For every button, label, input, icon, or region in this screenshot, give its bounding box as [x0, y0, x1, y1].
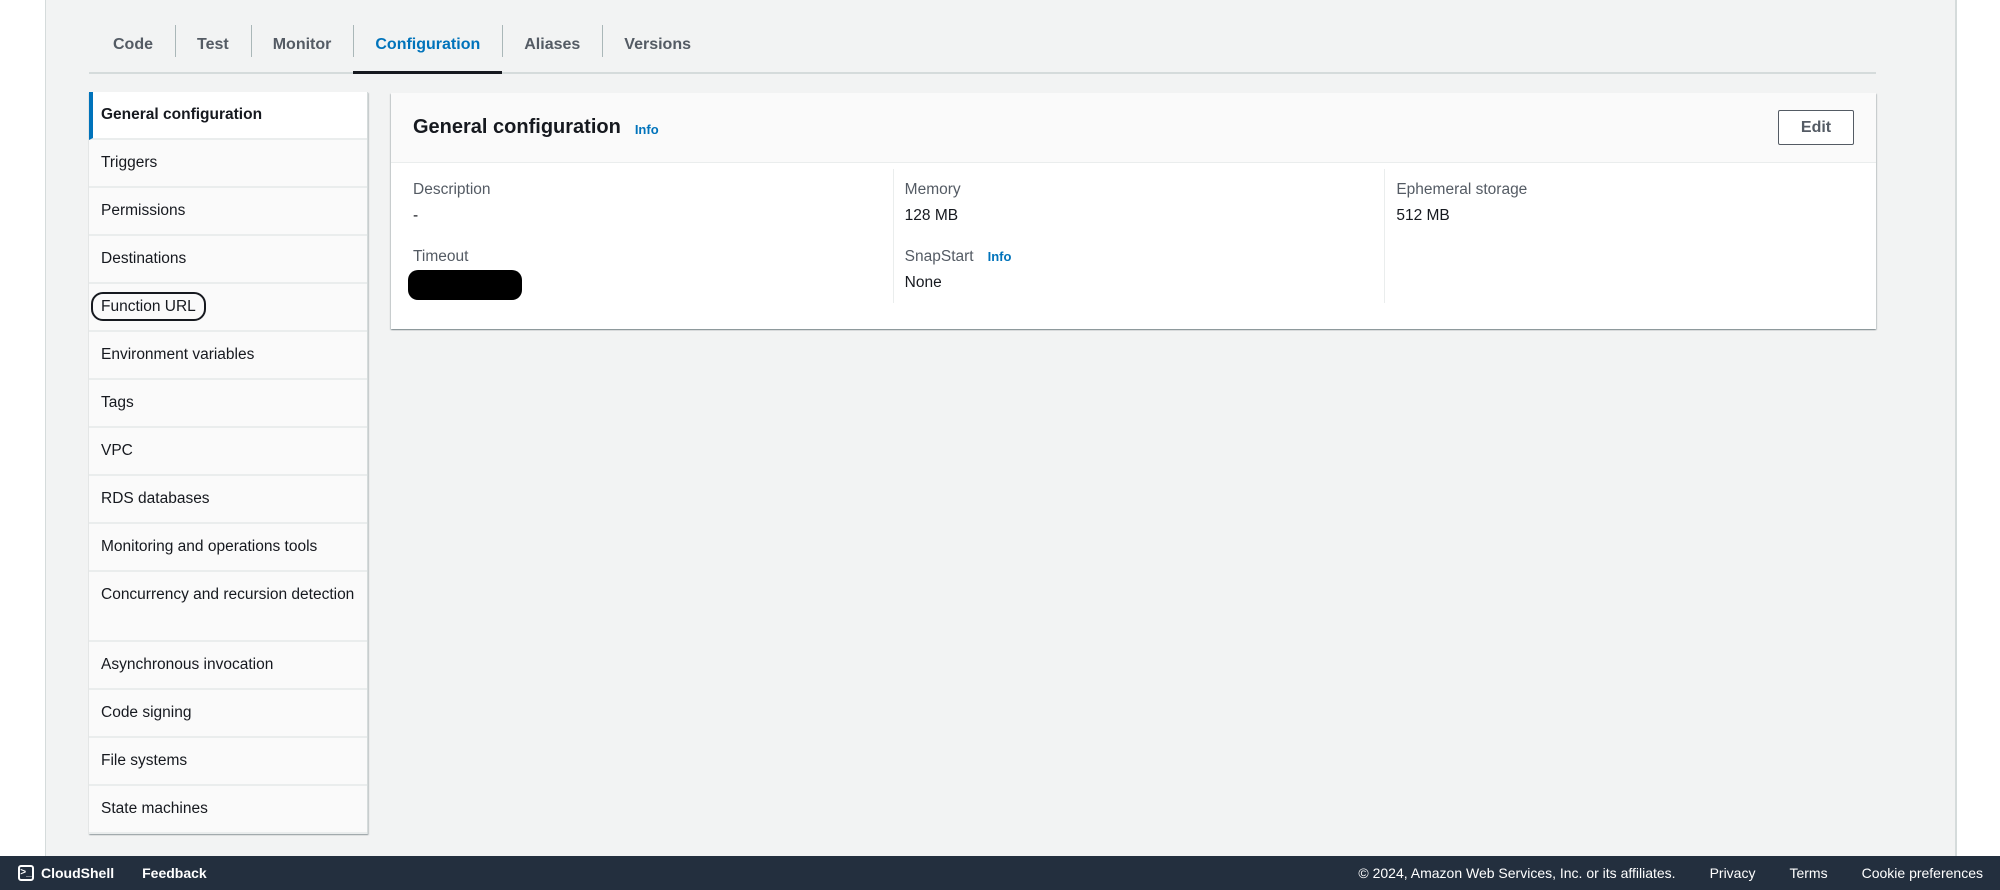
- nav-item-triggers[interactable]: Triggers: [89, 140, 367, 188]
- nav-item-label: Monitoring and operations tools: [101, 538, 318, 555]
- field-ephemeral-storage: Ephemeral storage 512 MB: [1396, 179, 1865, 228]
- info-link[interactable]: Info: [635, 122, 659, 137]
- feedback-link[interactable]: Feedback: [142, 865, 207, 881]
- description-value: -: [413, 207, 419, 224]
- nav-item-rds-databases[interactable]: RDS databases: [89, 476, 367, 524]
- nav-item-asynchronous-invocation[interactable]: Asynchronous invocation: [89, 642, 367, 690]
- nav-item-label: Concurrency and recursion detection: [101, 586, 355, 603]
- snapstart-label: SnapStart: [904, 248, 974, 265]
- nav-item-monitoring-and-operations-tools[interactable]: Monitoring and operations tools: [89, 524, 367, 572]
- memory-label: Memory: [904, 181, 961, 198]
- timeout-label: Timeout: [413, 248, 469, 265]
- nav-item-environment-variables[interactable]: Environment variables: [89, 332, 367, 380]
- field-timeout: Timeout: [408, 246, 882, 300]
- nav-item-label: Tags: [101, 394, 134, 411]
- nav-item-label: General configuration: [101, 106, 263, 123]
- column-2: Memory 128 MB SnapStart Info None: [892, 169, 1385, 303]
- nav-item-label: Asynchronous invocation: [101, 656, 274, 673]
- nav-item-state-machines[interactable]: State machines: [89, 786, 367, 834]
- cookie-preferences-link[interactable]: Cookie preferences: [1862, 865, 1983, 881]
- ephemeral-storage-value: 512 MB: [1396, 207, 1450, 224]
- snapstart-info-link[interactable]: Info: [988, 246, 1012, 268]
- nav-item-permissions[interactable]: Permissions: [89, 188, 367, 236]
- edit-button[interactable]: Edit: [1778, 110, 1854, 145]
- panel-title: General configuration: [413, 116, 621, 138]
- nav-item-general-configuration[interactable]: General configuration: [89, 92, 367, 140]
- configuration-side-nav: General configuration Triggers Permissio…: [89, 92, 368, 834]
- nav-item-label: Function URL: [91, 292, 206, 321]
- snapstart-label-row: SnapStart Info: [905, 246, 1374, 268]
- console-footer: >_ CloudShell Feedback © 2024, Amazon We…: [0, 856, 2000, 890]
- snapstart-value: None: [904, 274, 942, 291]
- nav-item-label: Environment variables: [101, 346, 255, 363]
- terminal-icon: >_: [18, 865, 34, 881]
- copyright-text: © 2024, Amazon Web Services, Inc. or its…: [1358, 865, 1676, 881]
- tab-monitor[interactable]: Monitor: [250, 18, 354, 72]
- nav-item-label: File systems: [101, 752, 188, 769]
- nav-item-label: RDS databases: [101, 490, 210, 507]
- field-snapstart: SnapStart Info None: [905, 246, 1374, 295]
- nav-item-label: Triggers: [101, 154, 158, 171]
- tab-test[interactable]: Test: [175, 18, 251, 72]
- tab-aliases[interactable]: Aliases: [502, 18, 602, 72]
- nav-item-function-url[interactable]: Function URL: [89, 284, 367, 332]
- nav-item-label: Permissions: [101, 202, 186, 219]
- nav-item-label: State machines: [101, 800, 208, 817]
- nav-item-label: VPC: [101, 442, 133, 459]
- footer-right: © 2024, Amazon Web Services, Inc. or its…: [1358, 865, 1983, 881]
- cloudshell-button[interactable]: >_ CloudShell: [18, 865, 114, 881]
- field-memory: Memory 128 MB: [905, 179, 1374, 228]
- nav-item-label: Destinations: [101, 250, 187, 267]
- panel-body: Description - Timeout Memory 128 MB Snap…: [391, 163, 1876, 315]
- terms-link[interactable]: Terms: [1789, 865, 1827, 881]
- tab-configuration[interactable]: Configuration: [353, 18, 503, 74]
- tab-code[interactable]: Code: [89, 18, 175, 72]
- general-configuration-panel: General configuration Info Edit Descript…: [391, 93, 1876, 329]
- column-3: Ephemeral storage 512 MB: [1384, 169, 1876, 303]
- ephemeral-storage-label: Ephemeral storage: [1396, 181, 1528, 198]
- nav-item-label: Code signing: [101, 704, 192, 721]
- description-label: Description: [413, 181, 491, 198]
- nav-item-tags[interactable]: Tags: [89, 380, 367, 428]
- nav-item-code-signing[interactable]: Code signing: [89, 690, 367, 738]
- nav-item-destinations[interactable]: Destinations: [89, 236, 367, 284]
- privacy-link[interactable]: Privacy: [1710, 865, 1756, 881]
- nav-item-concurrency-and-recursion-detection[interactable]: Concurrency and recursion detection: [89, 572, 367, 642]
- column-1: Description - Timeout: [391, 169, 893, 303]
- memory-value: 128 MB: [904, 207, 959, 224]
- tab-versions[interactable]: Versions: [602, 18, 713, 72]
- field-description: Description -: [413, 179, 882, 228]
- nav-item-vpc[interactable]: VPC: [89, 428, 367, 476]
- function-tabs: Code Test Monitor Configuration Aliases …: [89, 18, 1876, 74]
- timeout-value-redacted: [408, 270, 522, 300]
- panel-header: General configuration Info Edit: [391, 93, 1876, 163]
- cloudshell-label: CloudShell: [41, 865, 115, 881]
- nav-item-file-systems[interactable]: File systems: [89, 738, 367, 786]
